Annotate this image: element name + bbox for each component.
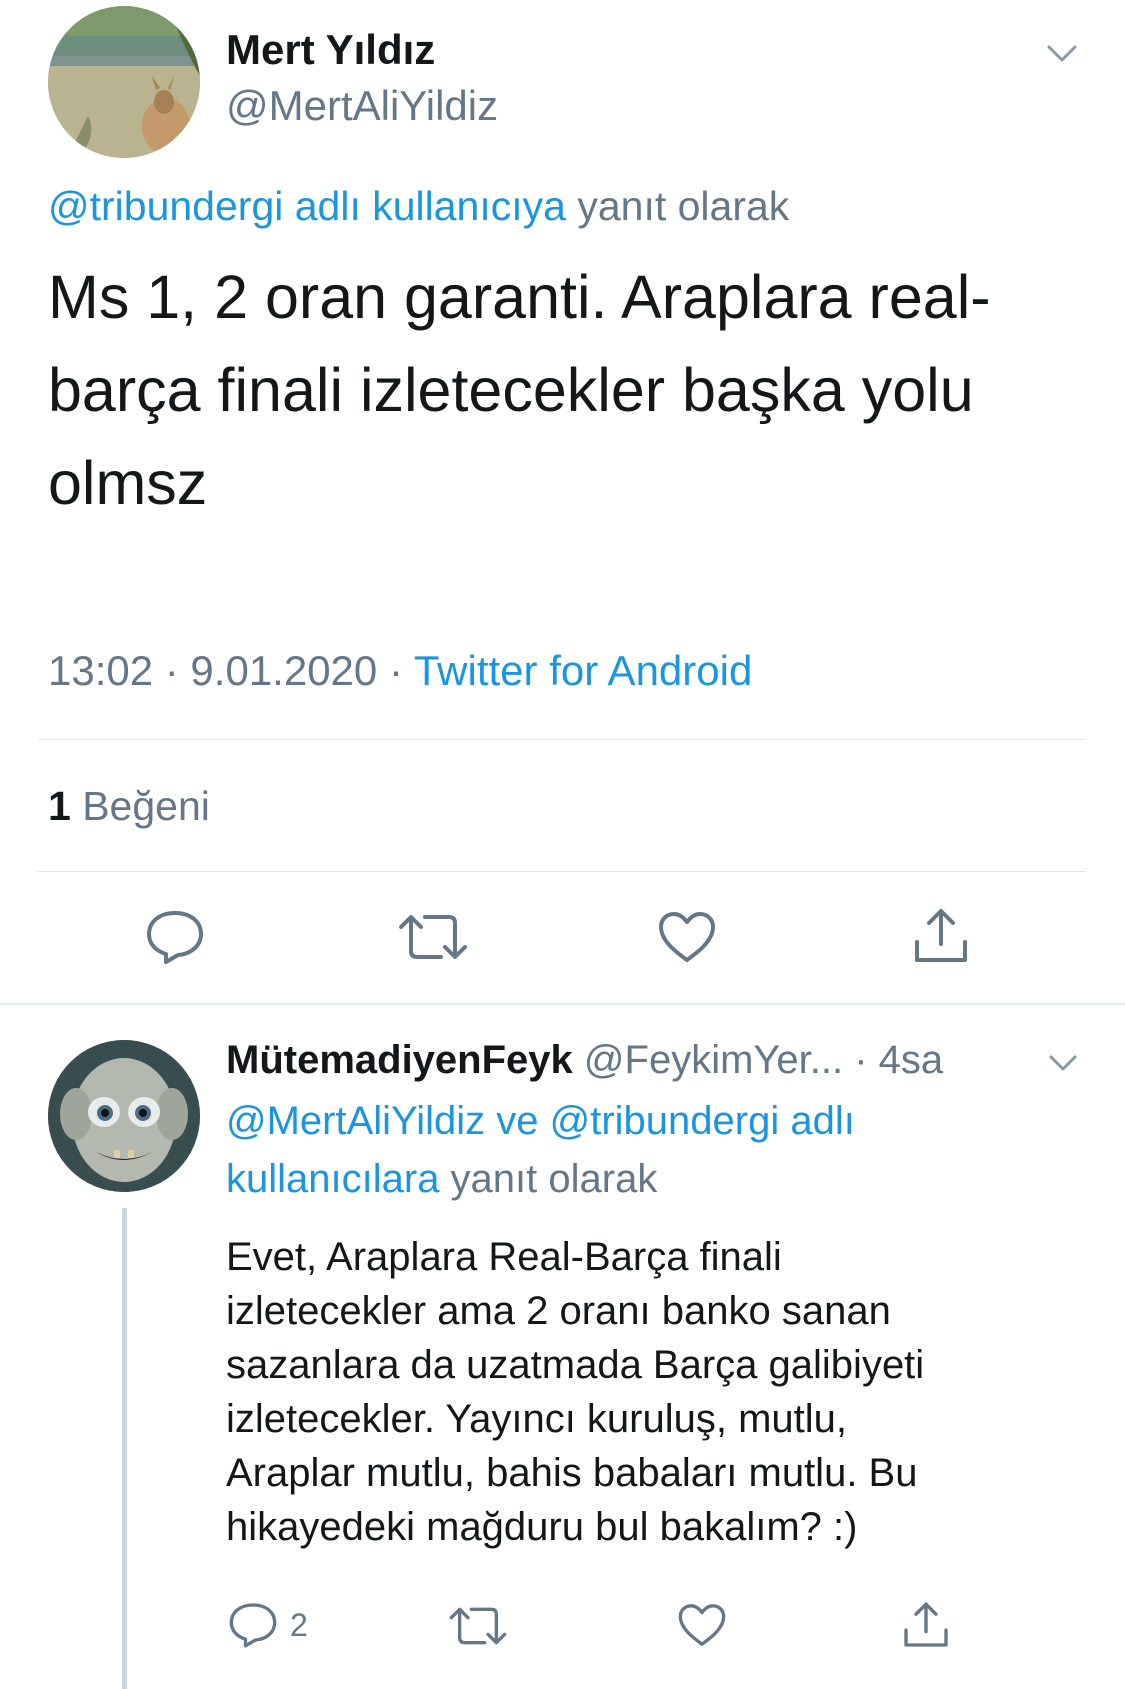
reply-to-links[interactable]: @MertAliYildiz ve @tribundergi adlı [226,1092,1086,1150]
reply-author-name[interactable]: MütemadiyenFeyk [226,1038,573,1082]
share-button[interactable] [906,902,976,970]
tweet-text: Ms 1, 2 oran garanti. Araplara real- bar… [48,251,1088,530]
reply-text-line: Evet, Araplara Real-Barça finali [226,1235,782,1279]
avatar-gollum-image [48,1040,200,1192]
tweet-text-line: olmsz [48,449,208,517]
like-icon [659,912,715,962]
likes-summary[interactable]: 1 Beğeni [48,783,210,830]
avatar-kangaroo-image [48,6,200,158]
reply-icon [229,1603,277,1648]
reply-suffix: yanıt olarak [439,1157,658,1201]
reply-header: MütemadiyenFeyk @FeykimYer... · 4sa [226,1038,943,1083]
divider [38,739,1086,740]
reply-button[interactable] [140,905,210,969]
chevron-down-icon[interactable] [1046,44,1078,68]
author-name[interactable]: Mert Yıldız [226,26,435,74]
likes-label: Beğeni [70,783,210,829]
tweet-text-line: Ms 1, 2 oran garanti. Araplara real- [48,263,991,331]
share-button[interactable] [896,1596,956,1654]
reply-text-line: sazanlara da uzatmada Barça galibiyeti [226,1343,925,1387]
retweet-button[interactable] [395,905,471,969]
retweet-icon [399,915,467,959]
tweet-meta: 13:02 · 9.01.2020 · Twitter for Android [48,647,752,695]
reply-text-line: hikayedeki mağduru bul bakalım? :) [226,1505,858,1549]
reply-context: @tribundergi adlı kullanıcıya yanıt olar… [48,183,789,230]
tweet-text-line: barça finali izletecekler başka yolu [48,356,974,424]
tweet-source-link[interactable]: Twitter for Android [414,647,752,694]
reply-author-handle[interactable]: @FeykimYer... [584,1038,843,1082]
reply-icon [147,911,203,964]
thread-line [122,1208,127,1689]
retweet-button[interactable] [446,1600,510,1652]
avatar[interactable] [48,6,200,158]
reply-context: @MertAliYildiz ve @tribundergi adlı kull… [226,1092,1086,1208]
reply-text-line: Araplar mutlu, bahis babaları mutlu. Bu [226,1451,918,1495]
reply-button[interactable]: 2 [228,1598,338,1652]
share-icon [904,1602,948,1647]
reply-to-links-cont[interactable]: kullanıcılara [226,1157,439,1201]
retweet-icon [449,1607,507,1645]
author-handle[interactable]: @MertAliYildiz [226,82,498,130]
reply-avatar[interactable] [48,1040,200,1192]
reply-suffix: yanıt olarak [565,183,790,229]
likes-count: 1 [48,783,71,829]
divider [38,871,1086,872]
reply-text: Evet, Araplara Real-Barça finali izletec… [226,1230,1086,1554]
reply-text-line: izletecekler. Yayıncı kuruluş, mutlu, [226,1397,848,1441]
chevron-down-icon[interactable] [1048,1054,1078,1074]
like-button[interactable] [672,1598,732,1652]
like-icon [678,1604,726,1646]
like-button[interactable] [652,905,722,969]
section-separator [0,1003,1125,1005]
reply-text-line: izletecekler ama 2 oranı banko sanan [226,1289,891,1333]
share-icon [915,909,967,962]
reply-timestamp[interactable]: · 4sa [843,1038,943,1082]
tweet-timestamp[interactable]: 13:02 · 9.01.2020 · [48,647,414,694]
reply-count: 2 [290,1606,308,1643]
reply-to-link[interactable]: @tribundergi adlı kullanıcıya [48,183,566,229]
